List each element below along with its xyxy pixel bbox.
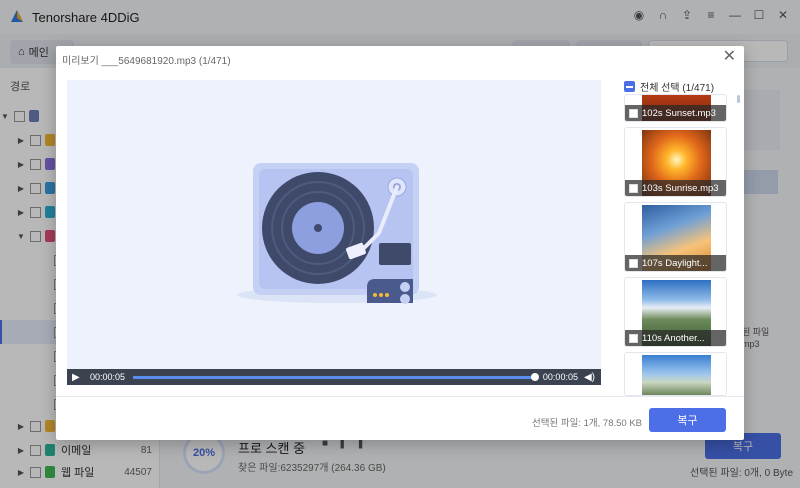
thumbnail-name: 102s Sunset.mp3 [642,107,716,119]
thumbnail-scrollbar[interactable] [737,95,740,103]
current-time: 00:00:05 [90,372,126,382]
thumbnail-label: 103s Sunrise.mp3 [625,180,726,196]
select-all-label: 전체 선택 (1/471) [640,83,715,94]
thumbnail-label: 110s Another... [625,330,726,346]
thumbnail-image [642,355,711,395]
play-icon[interactable]: ▶ [72,372,86,383]
dialog-footer: 선택된 파일: 1개, 78.50 KB 복구 [56,396,744,440]
thumbnail-label: 107s Daylight... [625,255,726,271]
thumbnail-name: 110s Another... [642,332,705,344]
checkbox[interactable] [629,183,638,193]
audio-preview-pane [67,80,601,385]
audio-player-bar: ▶ 00:00:05 00:00:05 ◀) [67,369,601,385]
checkbox[interactable] [629,258,638,268]
checkbox[interactable] [629,108,638,118]
total-time: 00:00:05 [542,372,578,382]
thumbnail-item[interactable]: 103s Sunrise.mp3 [624,127,727,197]
preview-dialog: 미리보기 ___5649681920.mp3 (1/471) ✕ ▶ 00:00… [56,46,744,440]
thumbnail-item[interactable]: 107s Daylight... [624,202,727,272]
dialog-title: 미리보기 ___5649681920.mp3 (1/471) [62,56,231,67]
seek-handle[interactable] [530,372,539,381]
checkbox[interactable] [629,333,638,343]
turntable-illustration [237,163,437,304]
thumbnail-name: 103s Sunrise.mp3 [642,182,719,194]
volume-icon[interactable]: ◀) [584,372,595,383]
thumbnail-item[interactable] [624,352,727,396]
thumbnail-name: 107s Daylight... [642,257,708,269]
close-icon[interactable]: ✕ [723,49,736,65]
select-all-control[interactable]: 전체 선택 (1/471) [624,79,714,94]
recover-button[interactable]: 복구 [649,408,726,432]
seek-progress [133,375,535,379]
seek-bar[interactable] [133,372,539,381]
select-all-checkbox[interactable] [624,81,635,92]
selected-file-info: 선택된 파일: 1개, 78.50 KB [531,418,642,429]
dialog-header: 미리보기 ___5649681920.mp3 (1/471) ✕ [56,46,744,70]
thumbnail-item[interactable]: 102s Sunset.mp3 [624,94,727,122]
thumbnail-label: 102s Sunset.mp3 [625,105,726,121]
thumbnail-item[interactable]: 110s Another... [624,277,727,347]
